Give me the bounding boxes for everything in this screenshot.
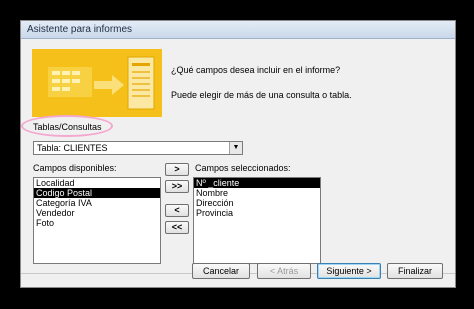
- selected-fields-label: Campos seleccionados:: [195, 163, 291, 173]
- add-all-fields-button[interactable]: >>: [165, 180, 189, 193]
- report-wizard-window: Asistente para informes ¿Qué campos dese…: [20, 20, 456, 288]
- add-field-button[interactable]: >: [165, 163, 189, 176]
- remove-field-button[interactable]: <: [165, 204, 189, 217]
- window-title: Asistente para informes: [27, 24, 133, 35]
- list-item[interactable]: Localidad: [34, 178, 160, 188]
- next-button[interactable]: Siguiente >: [317, 263, 381, 279]
- wizard-note: Puede elegir de más de una consulta o ta…: [171, 90, 352, 100]
- list-item[interactable]: Foto: [34, 218, 160, 228]
- list-item[interactable]: Codigo Postal: [34, 188, 160, 198]
- available-fields-label: Campos disponibles:: [33, 163, 117, 173]
- available-fields-list[interactable]: Localidad Codigo Postal Categoría IVA Vende…: [33, 177, 161, 264]
- back-button[interactable]: < Atrás: [257, 263, 311, 279]
- title-bar: Asistente para informes: [21, 21, 455, 39]
- cancel-button[interactable]: Cancelar: [192, 263, 250, 279]
- list-item[interactable]: Provincia: [194, 208, 320, 218]
- finish-button[interactable]: Finalizar: [387, 263, 443, 279]
- remove-all-fields-button[interactable]: <<: [165, 221, 189, 234]
- tables-queries-select[interactable]: Tabla: CLIENTES ▼: [33, 141, 243, 155]
- wizard-question: ¿Qué campos desea incluir en el informe?: [171, 65, 341, 75]
- list-item[interactable]: Categoría IVA: [34, 198, 160, 208]
- list-item[interactable]: Dirección: [194, 198, 320, 208]
- list-item[interactable]: Vendedor: [34, 208, 160, 218]
- dropdown-arrow-icon[interactable]: ▼: [229, 142, 242, 154]
- tables-queries-value: Tabla: CLIENTES: [37, 143, 108, 153]
- selected-fields-list[interactable]: Nº _cliente Nombre Dirección Provincia: [193, 177, 321, 264]
- wizard-banner-image: [32, 49, 162, 117]
- list-item[interactable]: Nº _cliente: [194, 178, 320, 188]
- list-item[interactable]: Nombre: [194, 188, 320, 198]
- tables-queries-label: Tablas/Consultas: [33, 122, 102, 132]
